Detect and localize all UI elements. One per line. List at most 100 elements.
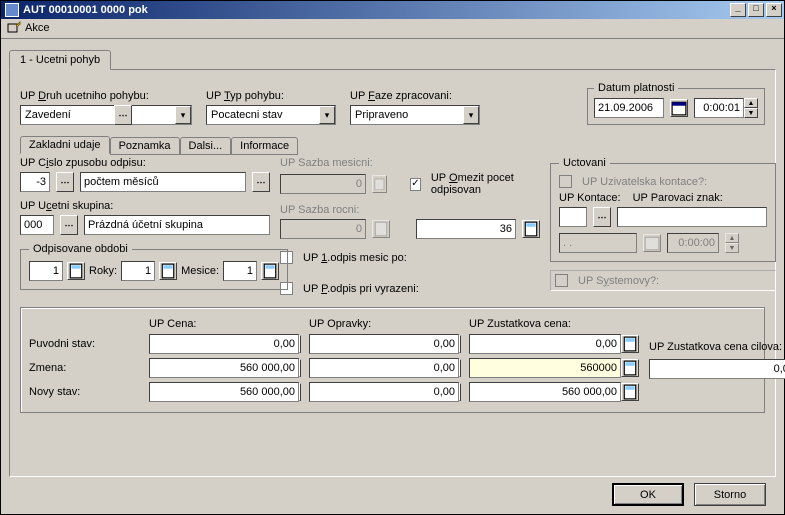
calc-icon[interactable]	[299, 383, 301, 401]
subtab-dalsi[interactable]: Dalsi...	[180, 137, 232, 155]
tab-label: 1 - Ucetni pohyb	[20, 54, 100, 66]
calc-icon[interactable]	[621, 359, 639, 377]
window-title: AUT 00010001 0000 pok	[23, 4, 148, 16]
values-panel: UP Cena: UP Opravky: UP Zustatkova cena:…	[20, 307, 765, 413]
combo-typ[interactable]: Pocatecni stav ▾	[206, 105, 336, 125]
combo-druh[interactable]: Zavedení ⋯ ▾	[20, 105, 192, 125]
calc-icon[interactable]	[459, 359, 461, 377]
calc-sazba-mes-icon	[372, 175, 387, 193]
minimize-button[interactable]: _	[730, 3, 746, 17]
legend-datum: Datum platnosti	[594, 82, 678, 94]
calc-icon[interactable]	[459, 383, 461, 401]
calc-icon[interactable]	[299, 335, 301, 353]
uct-spin-down: ▼	[725, 243, 739, 253]
input-odpis[interactable]	[29, 261, 63, 281]
label-sazba-roc: UP Sazba rocni:	[280, 204, 540, 216]
label-systemovy: UP Systemovy?:	[578, 275, 659, 287]
input-cislo[interactable]	[20, 172, 50, 192]
label-ucetni-skupina: UP Ucetni skupina:	[20, 200, 270, 212]
calc-omezit-icon[interactable]	[522, 220, 540, 238]
close-button[interactable]: ×	[766, 3, 782, 17]
calc-icon-3[interactable]	[261, 262, 279, 280]
label-uzivatelska: UP Uzivatelska kontace?:	[582, 176, 707, 188]
label-mesice: Mesice:	[181, 265, 219, 277]
label-druh: UP Druh ucetniho pohybu:	[20, 90, 192, 102]
maximize-button[interactable]: □	[748, 3, 764, 17]
combo-typ-value: Pocatecni stav	[211, 109, 283, 121]
arrow-druh-icon[interactable]: ▾	[175, 106, 191, 124]
label-sazba-mes: UP Sazba mesicni:	[280, 157, 540, 169]
label-faze: UP Faze zpracovani:	[350, 90, 480, 102]
label-omezit: UP Omezit pocet odpisovan	[431, 172, 540, 196]
calendar-uct-icon	[643, 234, 661, 252]
lookup-skupina-button[interactable]: ⋯	[60, 215, 78, 235]
input-cilova[interactable]	[649, 359, 785, 379]
content: 1 - Ucetni pohyb UP Druh ucetniho pohybu…	[1, 39, 784, 514]
input-skupina-desc[interactable]	[84, 215, 270, 235]
input-roky[interactable]	[121, 261, 155, 281]
footer: OK Storno	[9, 477, 776, 506]
combo-druh-value: Zavedení	[25, 109, 71, 121]
checkbox-omezit[interactable]	[410, 178, 421, 191]
calc-sazba-roc-icon	[372, 220, 390, 238]
cancel-button[interactable]: Storno	[694, 483, 766, 506]
input-parovaci[interactable]	[617, 207, 767, 227]
input-mesice[interactable]	[223, 261, 257, 281]
lookup-cislo-button[interactable]: ⋯	[56, 172, 74, 192]
calendar-icon[interactable]	[670, 99, 688, 117]
label-typ: UP Typ pohybu:	[206, 90, 336, 102]
lookup-kontace-button[interactable]: ⋯	[593, 207, 611, 227]
input-cislo-desc[interactable]	[80, 172, 246, 192]
menu-action[interactable]: Akce	[25, 22, 49, 34]
subtab-zakladni[interactable]: Zakladni udaje	[20, 136, 110, 154]
calc-icon[interactable]	[459, 335, 461, 353]
lookup-cislo-desc-button[interactable]: ⋯	[252, 172, 270, 192]
input-sazba-roc	[280, 219, 366, 239]
label-odpisP: UP P.odpis pri vyrazeni:	[303, 283, 419, 295]
arrow-typ-icon[interactable]: ▾	[319, 106, 335, 124]
calc-icon[interactable]	[621, 335, 639, 353]
puvodni-cena[interactable]	[149, 334, 299, 354]
hdr-cena: UP Cena:	[149, 318, 299, 330]
combo-faze-value: Pripraveno	[355, 109, 408, 121]
calc-icon-2[interactable]	[159, 262, 177, 280]
input-kontace[interactable]	[559, 207, 587, 227]
uct-spin-up: ▲	[725, 233, 739, 243]
label-odpis1: UP 1.odpis mesic po:	[303, 252, 407, 264]
tab-ucetni-pohyb[interactable]: 1 - Ucetni pohyb	[9, 50, 111, 70]
action-icon	[7, 21, 21, 35]
time-spin-down[interactable]: ▼	[744, 108, 758, 118]
puvodni-zust[interactable]	[469, 334, 621, 354]
puvodni-opravky[interactable]	[309, 334, 459, 354]
titlebar: AUT 00010001 0000 pok _ □ ×	[1, 1, 784, 19]
calc-icon[interactable]	[621, 383, 639, 401]
novy-opravky[interactable]	[309, 382, 459, 402]
ok-button[interactable]: OK	[612, 483, 684, 506]
label-kontace: UP Kontace:	[559, 192, 621, 204]
input-skupina-code[interactable]	[20, 215, 54, 235]
input-uct-time	[667, 233, 719, 253]
input-datum[interactable]	[594, 98, 664, 118]
input-uct-date	[559, 233, 637, 253]
calc-icon[interactable]	[299, 359, 301, 377]
checkbox-systemovy	[555, 274, 568, 287]
input-time[interactable]	[694, 98, 744, 118]
input-sazba-mes	[280, 174, 366, 194]
label-roky: Roky:	[89, 265, 117, 277]
zmena-cena[interactable]	[149, 358, 299, 378]
arrow-faze-icon[interactable]: ▾	[463, 106, 479, 124]
time-spin-up[interactable]: ▲	[744, 98, 758, 108]
subtab-poznamka[interactable]: Poznamka	[110, 137, 180, 155]
label-cilova: UP Zustatkova cena cilova:	[649, 341, 785, 353]
group-datum-platnosti: Datum platnosti ▲ ▼	[587, 82, 765, 125]
zmena-opravky[interactable]	[309, 358, 459, 378]
novy-zust[interactable]	[469, 382, 621, 402]
combo-faze[interactable]: Pripraveno ▾	[350, 105, 480, 125]
novy-cena[interactable]	[149, 382, 299, 402]
legend-odpisovane: Odpisovane obdobi	[29, 243, 132, 255]
input-omezit-value[interactable]	[416, 219, 516, 239]
zmena-zust[interactable]	[469, 358, 621, 378]
lookup-druh-button[interactable]: ⋯	[114, 105, 132, 125]
calc-icon-1[interactable]	[67, 262, 85, 280]
subtab-informace[interactable]: Informace	[231, 137, 298, 155]
